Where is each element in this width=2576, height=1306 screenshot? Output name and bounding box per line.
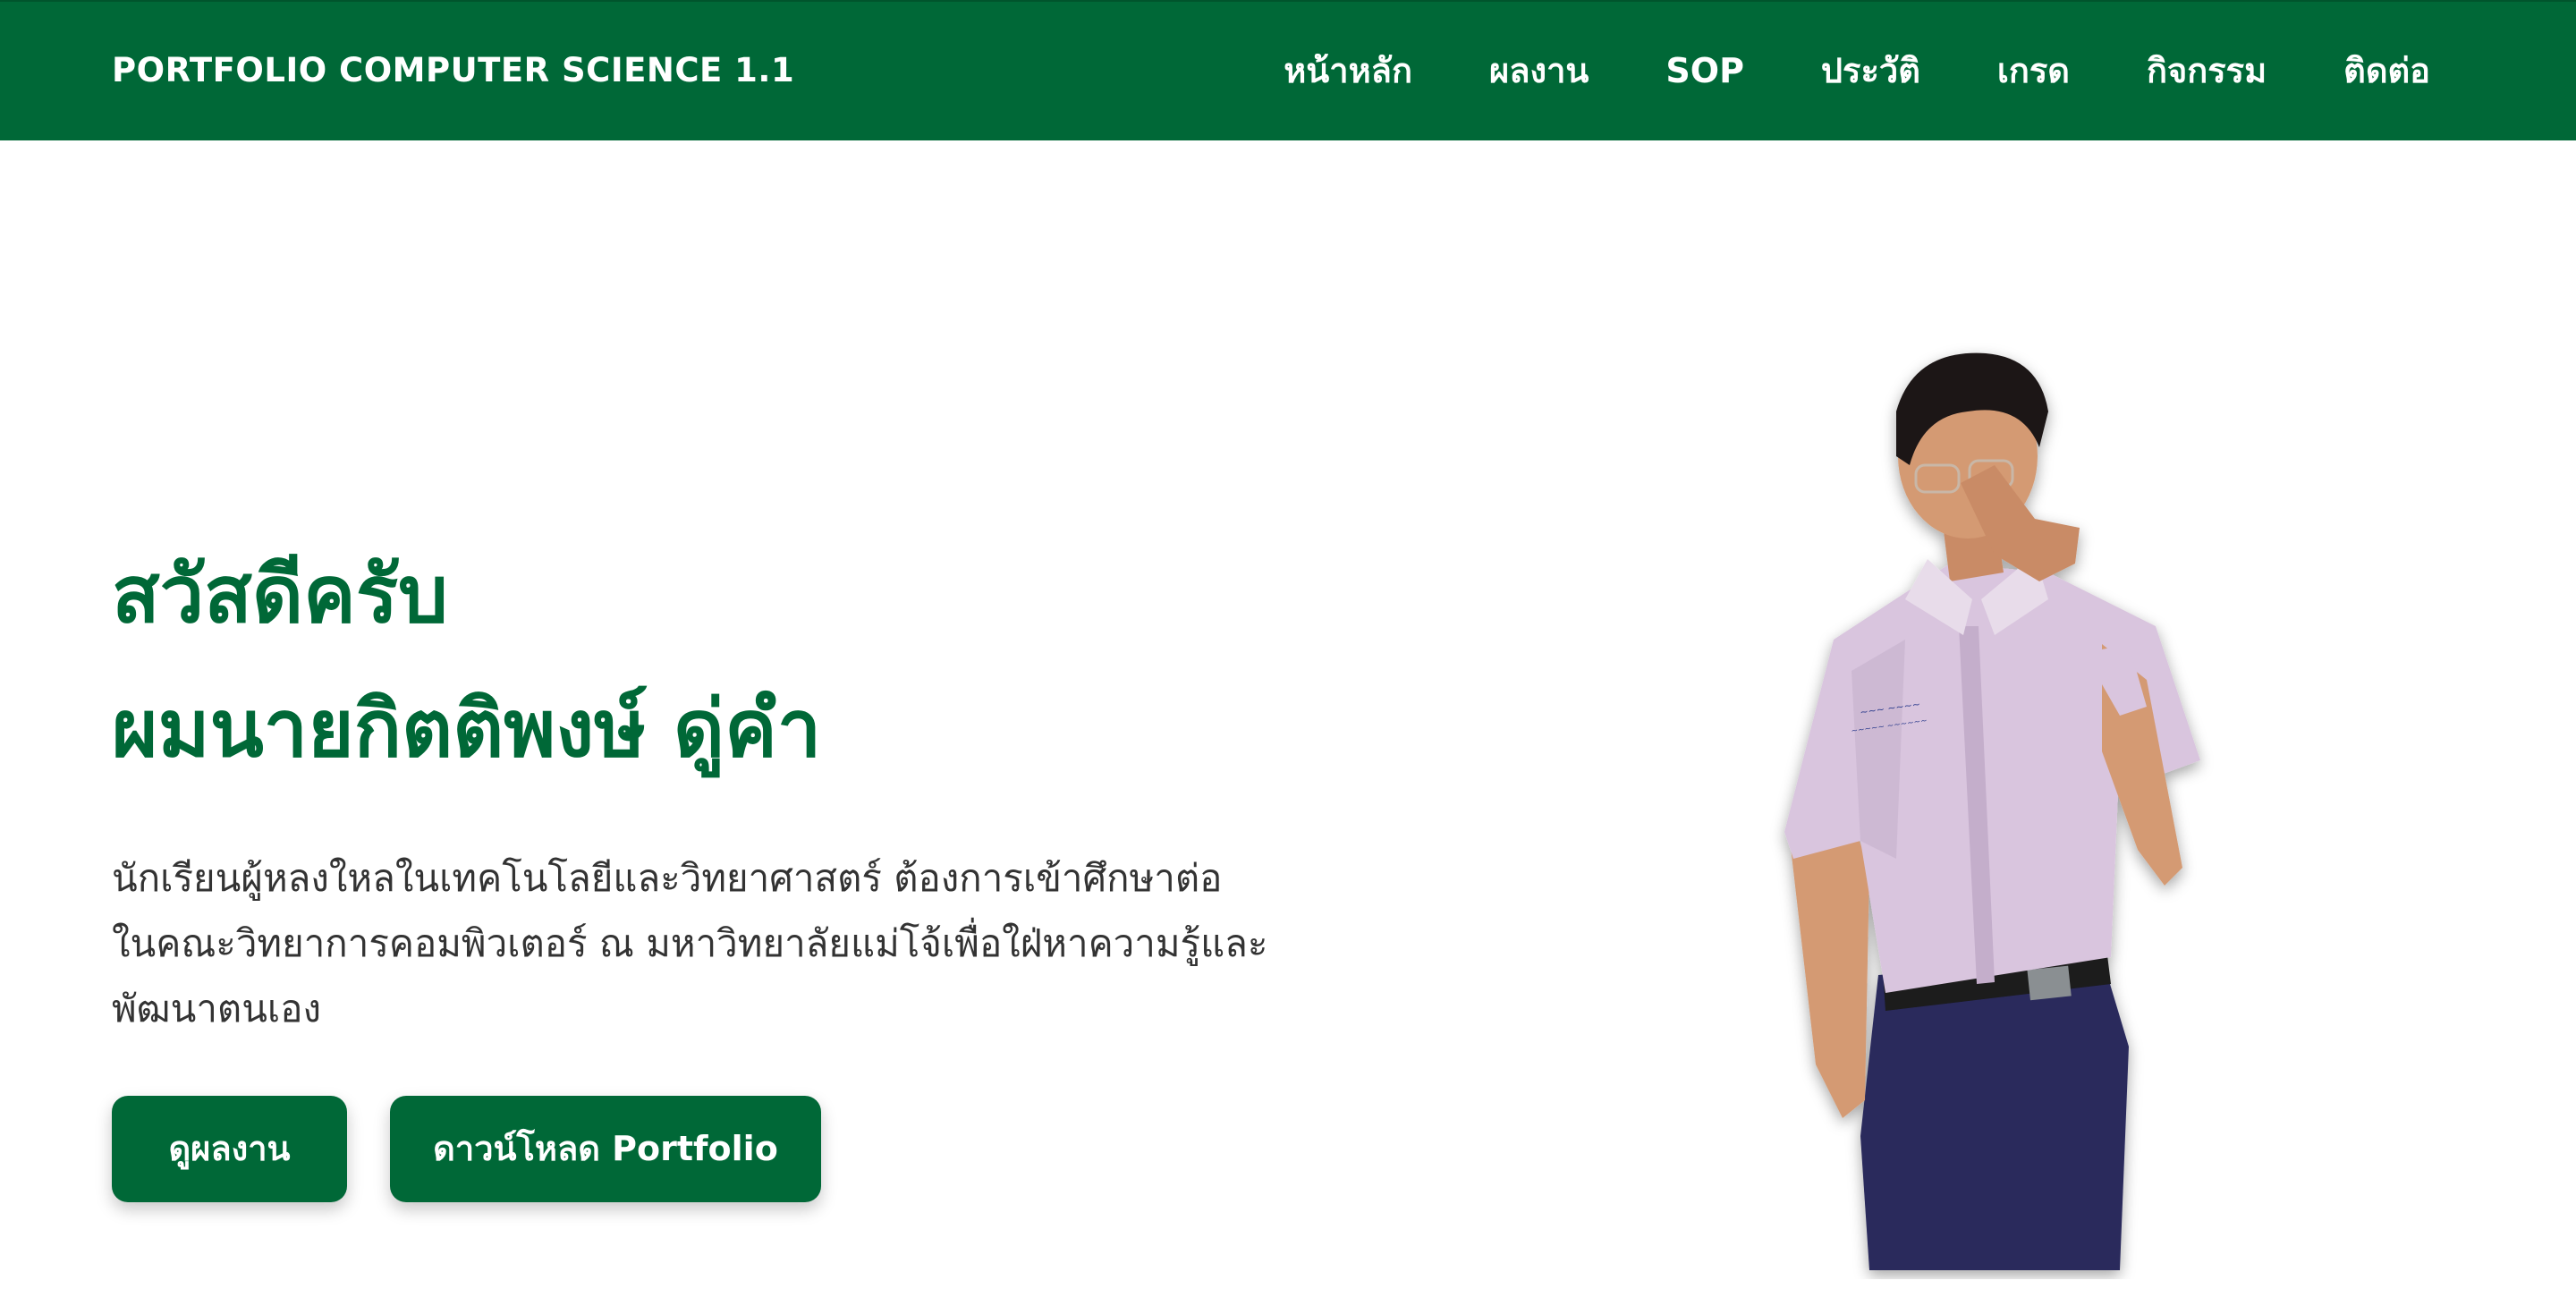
nav-item-contact[interactable]: ติดต่อ	[2343, 43, 2430, 98]
site-brand[interactable]: PORTFOLIO COMPUTER SCIENCE 1.1	[112, 2, 794, 139]
hero-buttons: ดูผลงาน ดาวน์โหลด Portfolio	[112, 1096, 821, 1202]
hero-intro: นักเรียนผู้หลงใหลในเทคโนโลยีและวิทยาศาสต…	[112, 845, 1301, 1041]
hero-greeting-line1: สวัสดีครับ	[112, 548, 448, 640]
hero-greeting-line2: ผมนายกิตติพงษ์ ดู่คำ	[112, 683, 822, 775]
student-portrait-image: ~~~ ~~~~ ~~~~~ ~~~~~~	[1784, 352, 2200, 1270]
nav-item-history[interactable]: ประวัติ	[1821, 43, 1920, 98]
hero-intro-line: นักเรียนผู้หลงใหลในเทคโนโลยีและวิทยาศาสต…	[112, 856, 1223, 900]
nav-item-home[interactable]: หน้าหลัก	[1284, 43, 1412, 98]
nav-item-works[interactable]: ผลงาน	[1489, 43, 1589, 98]
hero-intro-line: พัฒนาตนเอง	[112, 987, 321, 1030]
main-nav: หน้าหลัก ผลงาน SOP ประวัติ เกรด กิจกรรม …	[1284, 2, 2430, 139]
hero-intro-line: ในคณะวิทยาการคอมพิวเตอร์ ณ มหาวิทยาลัยแม…	[112, 921, 1268, 965]
nav-item-grades[interactable]: เกรด	[1997, 43, 2070, 98]
nav-item-activities[interactable]: กิจกรรม	[2147, 43, 2267, 98]
nav-item-sop[interactable]: SOP	[1665, 51, 1744, 90]
download-portfolio-button[interactable]: ดาวน์โหลด Portfolio	[390, 1096, 821, 1202]
hero-section: สวัสดีครับ ผมนายกิตติพงษ์ ดู่คำ นักเรียน…	[112, 528, 1364, 1041]
view-works-button[interactable]: ดูผลงาน	[112, 1096, 347, 1202]
top-navbar: PORTFOLIO COMPUTER SCIENCE 1.1 หน้าหลัก …	[0, 0, 2576, 140]
